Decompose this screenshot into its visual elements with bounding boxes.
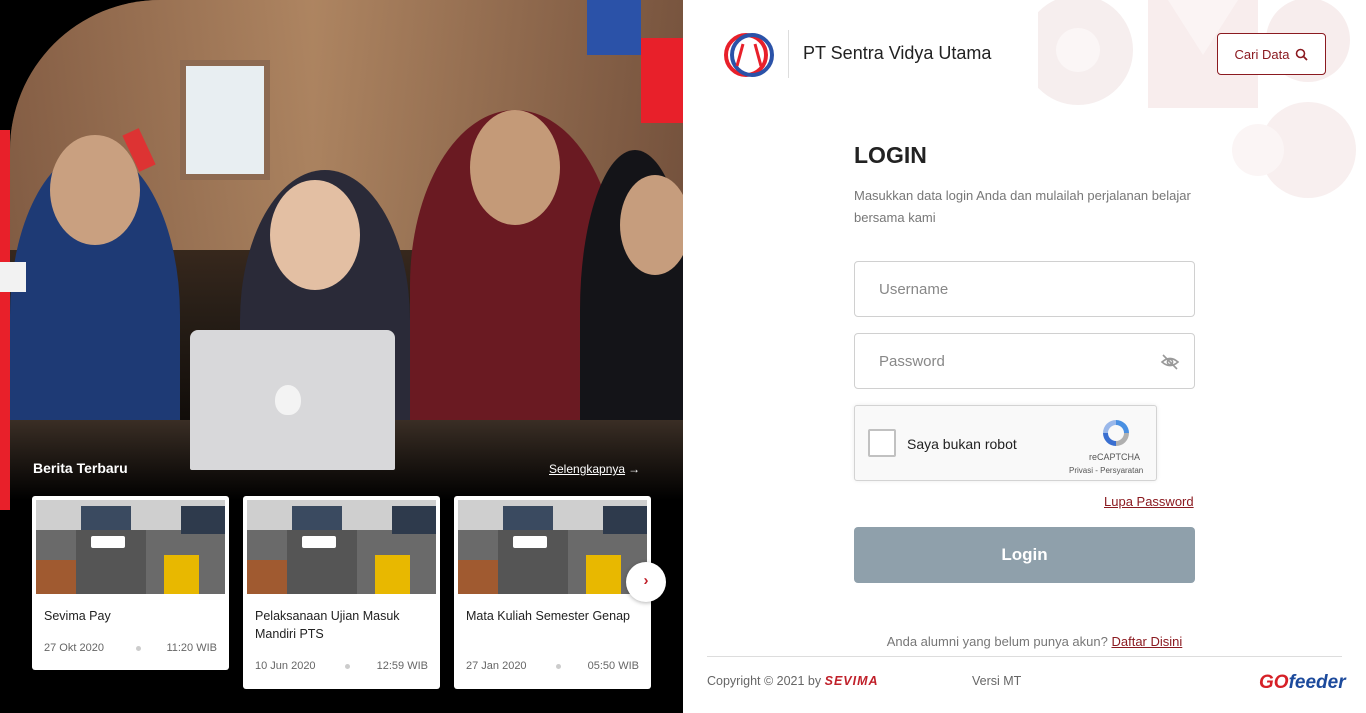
recaptcha-brand: reCAPTCHA bbox=[1089, 452, 1141, 462]
login-button[interactable]: Login bbox=[854, 527, 1195, 583]
recaptcha-widget: Saya bukan robot reCAPTCHA Privasi - Per… bbox=[854, 405, 1157, 481]
news-card[interactable]: Pelaksanaan Ujian Masuk Mandiri PTS 10 J… bbox=[243, 496, 440, 689]
background-pattern bbox=[1038, 0, 1356, 198]
username-input[interactable] bbox=[855, 262, 1194, 316]
decor-white-square bbox=[0, 262, 26, 292]
forgot-password-link[interactable]: Lupa Password bbox=[1104, 494, 1194, 509]
eye-off-icon[interactable] bbox=[1160, 352, 1180, 372]
search-icon bbox=[1296, 48, 1309, 61]
sevima-logo: SEVIMA bbox=[824, 674, 879, 688]
news-section-title: Berita Terbaru bbox=[33, 460, 128, 476]
separator-dot bbox=[556, 664, 561, 669]
header-divider bbox=[788, 30, 789, 78]
news-card-title: Pelaksanaan Ujian Masuk Mandiri PTS bbox=[255, 609, 400, 641]
company-logo bbox=[724, 33, 774, 77]
left-panel: Berita Terbaru Selengkapnya → Sevima Pay … bbox=[0, 0, 683, 713]
news-card-time: 11:20 WIB bbox=[166, 642, 217, 654]
login-description: Masukkan data login Anda dan mulailah pe… bbox=[854, 188, 1191, 225]
alumni-register-text: Anda alumni yang belum punya akun? Dafta… bbox=[886, 634, 1183, 649]
news-card-title: Sevima Pay bbox=[44, 609, 111, 623]
password-input[interactable] bbox=[855, 334, 1194, 388]
news-more-link[interactable]: Selengkapnya → bbox=[549, 462, 640, 476]
register-link[interactable]: Daftar Disini bbox=[1111, 634, 1182, 649]
login-title: LOGIN bbox=[854, 142, 927, 168]
arrow-right-icon: → bbox=[628, 462, 641, 476]
news-card-image bbox=[247, 500, 436, 594]
company-name: PT Sentra Vidya Utama bbox=[803, 43, 992, 63]
password-field[interactable] bbox=[854, 333, 1195, 389]
news-card-date: 27 Okt 2020 bbox=[44, 642, 104, 654]
recaptcha-checkbox[interactable] bbox=[868, 429, 896, 457]
news-card-date: 27 Jan 2020 bbox=[466, 660, 527, 672]
news-card-time: 05:50 WIB bbox=[587, 660, 639, 672]
news-card-date: 10 Jun 2020 bbox=[255, 660, 316, 672]
version-label: Versi MT bbox=[972, 674, 1022, 688]
news-card-title: Mata Kuliah Semester Genap bbox=[466, 609, 630, 623]
news-next-button[interactable]: › bbox=[626, 562, 666, 602]
recaptcha-icon bbox=[1103, 420, 1129, 446]
recaptcha-label: Saya bukan robot bbox=[907, 436, 1017, 452]
decor-red-square bbox=[641, 38, 683, 123]
search-data-button[interactable]: Cari Data bbox=[1217, 33, 1326, 75]
decor-blue-square bbox=[587, 0, 641, 55]
recaptcha-links[interactable]: Privasi - Persyaratan bbox=[1069, 466, 1143, 475]
copyright-text: Copyright © 2021 by SEVIMA bbox=[707, 674, 879, 688]
news-card[interactable]: Sevima Pay 27 Okt 2020 11:20 WIB bbox=[32, 496, 229, 670]
username-field[interactable] bbox=[854, 261, 1195, 317]
separator-dot bbox=[136, 646, 141, 651]
chevron-right-icon: › bbox=[643, 572, 649, 589]
separator-dot bbox=[345, 664, 350, 669]
news-card-image bbox=[36, 500, 225, 594]
news-card-image bbox=[458, 500, 647, 594]
gofeeder-logo: GOfeeder bbox=[1259, 672, 1346, 693]
hero-photo bbox=[10, 0, 683, 500]
news-card[interactable]: Mata Kuliah Semester Genap 27 Jan 2020 0… bbox=[454, 496, 651, 689]
right-panel: PT Sentra Vidya Utama Cari Data LOGIN Ma… bbox=[683, 0, 1366, 713]
news-card-time: 12:59 WIB bbox=[376, 660, 428, 672]
decor-red-bar bbox=[0, 130, 10, 510]
footer-divider bbox=[707, 656, 1342, 657]
